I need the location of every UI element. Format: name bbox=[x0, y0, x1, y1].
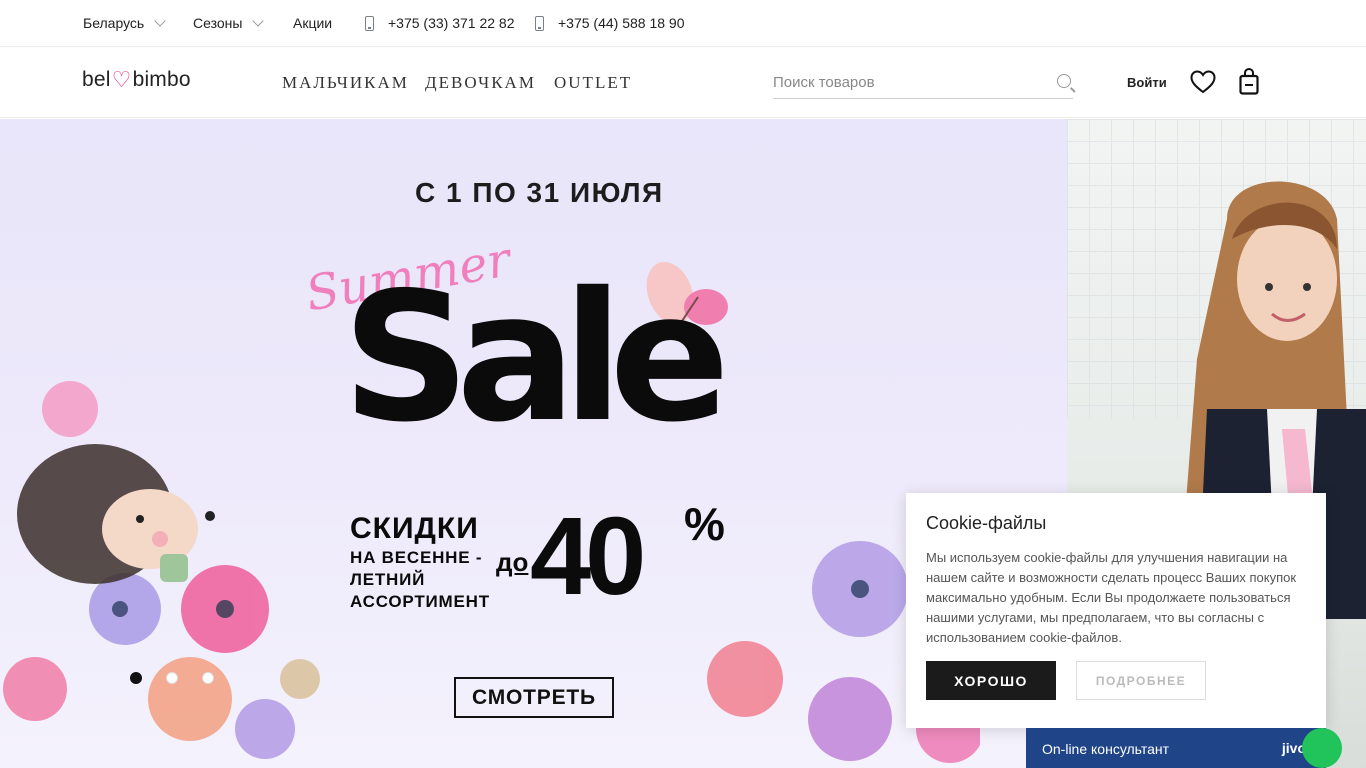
cookie-popup: Cookie-файлы Мы используем cookie-файлы … bbox=[906, 493, 1326, 728]
cookie-title: Cookie-файлы bbox=[926, 513, 1047, 533]
cookie-accept-button[interactable]: ХОРОШО bbox=[926, 661, 1056, 700]
top-bar: Беларусь Сезоны Акции +375 (33) 371 22 8… bbox=[0, 0, 1366, 47]
banner-sale-title: Sale bbox=[342, 254, 730, 461]
logo-text-left: bel bbox=[82, 68, 111, 91]
hedgehog-illustration bbox=[17, 444, 215, 584]
logo[interactable]: bel ♡ bimbo bbox=[82, 68, 191, 92]
banner-up-to: до bbox=[496, 547, 529, 577]
slider-dot-1[interactable] bbox=[130, 672, 142, 684]
phone-icon bbox=[535, 15, 544, 31]
phone-link-1[interactable]: +375 (33) 371 22 82 bbox=[365, 15, 515, 31]
cart-bag-icon[interactable] bbox=[1239, 68, 1259, 95]
region-selector[interactable]: Беларусь bbox=[83, 14, 166, 31]
slider-dot-3[interactable] bbox=[202, 672, 214, 684]
phone-number-2: +375 (44) 588 18 90 bbox=[558, 15, 685, 31]
main-header: bel ♡ bimbo МАЛЬЧИКАМ ДЕВОЧКАМ OUTLET Во… bbox=[0, 48, 1366, 118]
cookie-details-button[interactable]: ПОДРОБНЕЕ bbox=[1076, 661, 1206, 700]
chat-widget[interactable]: On-line консультант jivo bbox=[1026, 728, 1326, 768]
search-input[interactable] bbox=[773, 68, 1043, 96]
logo-heart-icon: ♡ bbox=[111, 67, 132, 92]
flowers-left-illustration bbox=[3, 381, 320, 759]
banner-percent-sign: % bbox=[684, 498, 725, 550]
banner-date: С 1 ПО 31 ИЮЛЯ bbox=[415, 177, 664, 208]
chat-label: On-line консультант bbox=[1042, 741, 1170, 757]
banner-discount-title: СКИДКИ bbox=[350, 512, 479, 545]
logo-text-right: bimbo bbox=[132, 68, 191, 91]
phone-icon bbox=[365, 15, 374, 31]
nav-outlet[interactable]: OUTLET bbox=[554, 73, 632, 93]
cookie-text: Мы используем cookie-файлы для улучшения… bbox=[926, 550, 1297, 645]
discount-line-1: НА ВЕСЕННЕ - bbox=[350, 548, 483, 567]
promo-link[interactable]: Акции bbox=[293, 15, 332, 31]
phone-link-2[interactable]: +375 (44) 588 18 90 bbox=[535, 15, 685, 31]
chevron-down-icon bbox=[252, 14, 265, 27]
discount-line-3: АССОРТИМЕНТ bbox=[350, 592, 490, 611]
view-button[interactable]: СМОТРЕТЬ bbox=[454, 677, 614, 718]
seasons-menu[interactable]: Сезоны bbox=[193, 14, 265, 31]
chat-bubble-icon[interactable] bbox=[1302, 728, 1342, 768]
promo-label: Акции bbox=[293, 15, 333, 31]
login-link[interactable]: Войти bbox=[1127, 75, 1167, 90]
phone-number-1: +375 (33) 371 22 82 bbox=[388, 15, 515, 31]
slider-dot-2[interactable] bbox=[166, 672, 178, 684]
search-icon[interactable] bbox=[1057, 74, 1071, 88]
chevron-down-icon bbox=[154, 14, 166, 27]
search-box bbox=[773, 68, 1073, 99]
seasons-label: Сезоны bbox=[193, 15, 243, 31]
slider-dots bbox=[130, 672, 214, 684]
banner-discount-subtitle: НА ВЕСЕННЕ - ЛЕТНИЙ АССОРТИМЕНТ bbox=[350, 547, 490, 613]
discount-line-2: ЛЕТНИЙ bbox=[350, 570, 426, 589]
wishlist-heart-icon[interactable] bbox=[1190, 70, 1216, 94]
banner-percent-value: 40 bbox=[530, 495, 646, 618]
region-label: Беларусь bbox=[83, 15, 145, 31]
nav-girls[interactable]: ДЕВОЧКАМ bbox=[425, 73, 536, 93]
nav-boys[interactable]: МАЛЬЧИКАМ bbox=[282, 73, 409, 93]
